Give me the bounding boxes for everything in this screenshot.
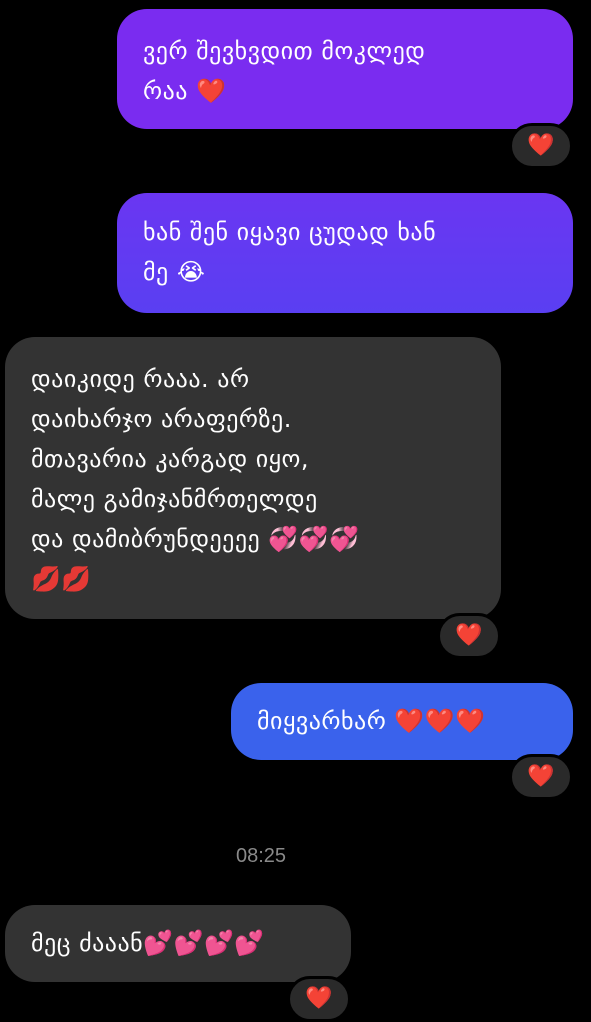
sent-message-bubble[interactable]: ვერ შევხვდით მოკლედ რაა ❤️ — [117, 9, 573, 129]
message-timestamp: 08:25 — [235, 845, 287, 867]
sent-message-bubble[interactable]: მიყვარხარ ❤️❤️❤️ — [231, 683, 573, 760]
heart-reaction-badge[interactable]: ❤️ — [509, 123, 573, 169]
sent-message-bubble[interactable]: ხან შენ იყავი ცუდად ხან მე 😭 — [117, 193, 573, 313]
received-message-bubble[interactable]: მეც ძააან💕💕💕💕 — [5, 905, 351, 982]
chat-thread: ვერ შევხვდით მოკლედ რაა ❤️ ❤️ ხან შენ იყ… — [0, 0, 591, 1022]
heart-reaction-badge[interactable]: ❤️ — [287, 976, 351, 1022]
heart-reaction-icon: ❤️ — [527, 764, 555, 789]
heart-reaction-icon: ❤️ — [305, 986, 333, 1011]
heart-reaction-icon: ❤️ — [455, 623, 483, 648]
heart-reaction-badge[interactable]: ❤️ — [509, 754, 573, 800]
heart-reaction-badge[interactable]: ❤️ — [437, 613, 501, 659]
heart-reaction-icon: ❤️ — [527, 133, 555, 158]
received-message-bubble[interactable]: დაიკიდე რააა. არ დაიხარჯო არაფერზე. მთავ… — [5, 337, 501, 619]
